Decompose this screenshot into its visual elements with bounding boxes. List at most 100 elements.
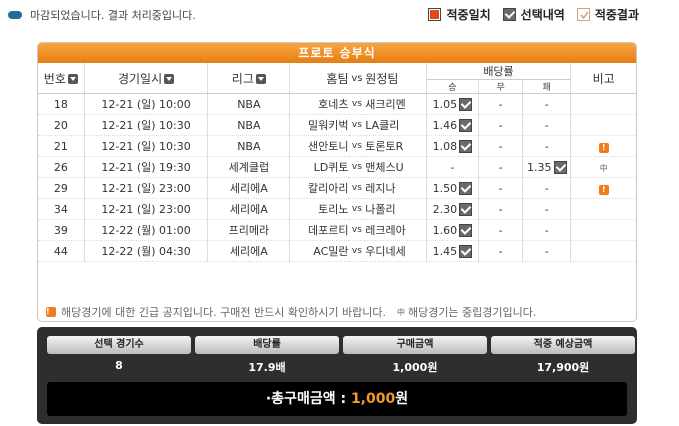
- selected-check-icon[interactable]: [459, 244, 473, 258]
- cell-vs: vs: [348, 198, 366, 220]
- cell-away: 나폴리: [365, 198, 427, 220]
- cell-no: 20: [38, 114, 85, 136]
- cell-text: 2.30: [432, 202, 458, 216]
- col-date[interactable]: 경기일시: [84, 63, 209, 94]
- cell-note: !: [570, 135, 636, 157]
- cell-away: 맨체스U: [365, 156, 427, 178]
- table-row: 20 12-21 (일) 10:30 NBA 밀워키벅 vs LA클리 1.46 - -: [38, 114, 636, 136]
- cell-draw: -: [478, 240, 524, 262]
- cell-lose: -: [522, 240, 572, 262]
- footnote-warning-text: 해당경기에 대한 긴급 공지입니다. 구매전 반드시 확인하시기 바랍니다.: [61, 306, 386, 319]
- summary-odds: 배당률 17.9배: [195, 336, 339, 375]
- warning-icon[interactable]: !: [598, 142, 609, 153]
- odds-win[interactable]: 1.05: [432, 97, 473, 111]
- cell-text: -: [498, 223, 503, 237]
- sort-icon[interactable]: [164, 73, 175, 84]
- cell-home: 데포르티: [289, 219, 349, 241]
- selected-check-icon[interactable]: [459, 202, 473, 216]
- odds-lose: -: [545, 98, 549, 111]
- cell-text: LD퀴토: [313, 161, 349, 174]
- odds-lose: -: [545, 140, 549, 153]
- odds-win[interactable]: 1.45: [433, 244, 473, 258]
- cell-draw: -: [478, 135, 524, 157]
- odds-lose: -: [545, 182, 549, 195]
- cell-text: vs: [351, 99, 362, 109]
- summary-games-label: 선택 경기수: [47, 336, 191, 354]
- legend-hit-label: 적중일치: [446, 8, 491, 22]
- cell-text: 레크레아: [365, 224, 406, 237]
- cell-text: NBA: [237, 139, 261, 153]
- cell-date: 12-21 (일) 23:00: [84, 198, 209, 220]
- cell-date: 12-21 (일) 23:00: [84, 177, 209, 199]
- odds-win[interactable]: 1.46: [433, 118, 473, 132]
- sort-icon[interactable]: [67, 73, 78, 84]
- status-pill-icon: [8, 11, 22, 19]
- cell-date: 12-21 (일) 10:00: [84, 93, 209, 115]
- odds-lose[interactable]: 1.35: [527, 160, 567, 174]
- cell-text: 12-21 (일) 10:30: [101, 140, 191, 153]
- selected-check-icon[interactable]: [459, 139, 473, 153]
- odds-draw: -: [499, 203, 503, 216]
- cell-note: [570, 198, 636, 220]
- cell-vs: vs: [348, 219, 366, 241]
- cell-league: 세리에A: [207, 240, 291, 262]
- selected-check-icon[interactable]: [459, 223, 473, 237]
- cell-text: 18: [53, 97, 68, 111]
- cell-win: 1.08: [426, 135, 480, 157]
- hit-check-icon: [428, 8, 442, 21]
- result-check-icon: [576, 8, 590, 21]
- odds-win[interactable]: 2.30: [432, 202, 473, 216]
- cell-no: 26: [38, 156, 85, 178]
- warning-icon[interactable]: !: [598, 184, 609, 195]
- cell-text: 프리메라: [228, 224, 270, 237]
- col-vs: vs: [348, 63, 366, 94]
- odds-win[interactable]: 1.50: [433, 181, 473, 195]
- cell-date: 12-22 (월) 04:30: [84, 240, 209, 262]
- col-no[interactable]: 번호: [38, 63, 85, 94]
- cell-win: -: [426, 156, 480, 178]
- cell-win: 1.50: [426, 177, 480, 199]
- footnote-neutral-text: 해당경기는 중립경기입니다.: [407, 306, 537, 319]
- cell-text: 우디네세: [365, 245, 406, 258]
- cell-text: 세계클럽: [228, 161, 270, 174]
- total-amount: 1,000: [350, 391, 396, 407]
- odds-lose: -: [545, 203, 549, 216]
- cell-vs: vs: [348, 240, 366, 262]
- cell-text: vs: [351, 162, 362, 172]
- summary-odds-value: 17.9배: [248, 361, 286, 374]
- cell-no: 39: [38, 219, 85, 241]
- selected-check-icon[interactable]: [459, 181, 473, 195]
- col-lose: 패: [522, 79, 572, 94]
- cell-text: 데포르티: [308, 224, 349, 237]
- legend-result: 적중결과: [576, 6, 639, 23]
- sort-icon[interactable]: [255, 73, 266, 84]
- odds-lose: -: [545, 245, 549, 258]
- col-league[interactable]: 리그: [207, 63, 291, 94]
- col-home: 홈팀: [289, 63, 349, 94]
- cell-note: [570, 240, 636, 262]
- cell-win: 1.05: [426, 93, 480, 115]
- cell-vs: vs: [348, 156, 366, 178]
- table-row: 26 12-21 (일) 19:30 세계클럽 LD퀴토 vs 맨체스U - - 1.35 中: [38, 156, 636, 178]
- odds-win[interactable]: 1.08: [433, 139, 473, 153]
- selected-check-icon[interactable]: [553, 160, 567, 174]
- table-row: 29 12-21 (일) 23:00 세리에A 칼리아리 vs 레지나 1.50 - -!: [38, 177, 636, 199]
- games-table: 번호 경기일시 리그 홈팀 vs 원정팀 배당률 비고 승 무 패 18 12-2…: [38, 63, 636, 262]
- table-row: 34 12-21 (일) 23:00 세리에A 토리노 vs 나폴리 2.30 - -: [38, 198, 636, 220]
- cell-vs: vs: [348, 114, 366, 136]
- selected-check-icon[interactable]: [459, 118, 473, 132]
- cell-text: 1.05: [432, 97, 458, 111]
- cell-text: 토론토R: [365, 140, 404, 153]
- cell-text: -: [498, 244, 503, 258]
- cell-no: 34: [38, 198, 85, 220]
- odds-win[interactable]: 1.60: [433, 223, 473, 237]
- table-row: 39 12-22 (월) 01:00 프리메라 데포르티 vs 레크레아 1.60 - -: [38, 219, 636, 241]
- cell-text: -: [544, 181, 549, 195]
- cell-league: 세리에A: [207, 198, 291, 220]
- cell-date: 12-21 (일) 19:30: [84, 156, 209, 178]
- cell-text: NBA: [237, 97, 261, 111]
- col-win: 승: [426, 79, 480, 94]
- selected-check-icon[interactable]: [459, 97, 473, 111]
- table-row: 44 12-22 (월) 04:30 세리에A AC밀란 vs 우디네세 1.45 - -: [38, 240, 636, 262]
- cell-win: 1.60: [426, 219, 480, 241]
